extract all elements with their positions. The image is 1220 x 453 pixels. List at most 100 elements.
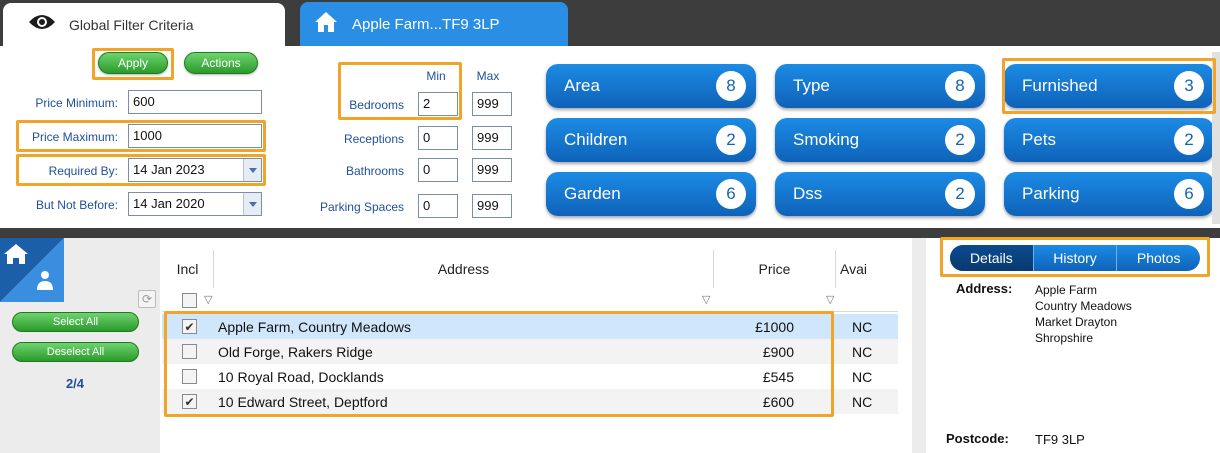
checkbox[interactable]: ✔ [182, 319, 197, 334]
divider [0, 228, 1220, 238]
address-line: Shropshire [1035, 331, 1094, 345]
criteria-label: Pets [1022, 130, 1057, 149]
criteria-area-button[interactable]: Area 8 [546, 64, 756, 108]
avail-cell: NC [852, 393, 873, 410]
deselect-all-button[interactable]: Deselect All [12, 342, 139, 362]
max-header: Max [476, 69, 500, 83]
apply-button[interactable]: Apply [98, 52, 168, 74]
refresh-icon[interactable]: ⟳ [138, 290, 156, 308]
receptions-label: Receptions [343, 132, 404, 146]
column-header-address[interactable]: Address [214, 250, 714, 288]
chevron-down-icon[interactable] [243, 159, 261, 181]
criteria-label: Dss [793, 184, 823, 203]
criteria-count-badge: 8 [716, 71, 746, 101]
price-min-input[interactable]: 600 [128, 90, 262, 114]
criteria-label: Children [564, 130, 628, 149]
criteria-garden-button[interactable]: Garden 6 [546, 172, 756, 216]
not-before-dropdown[interactable]: 14 Jan 2020 [128, 192, 262, 216]
parking-spaces-max-input[interactable]: 999 [472, 194, 512, 218]
criteria-smoking-button[interactable]: Smoking 2 [775, 118, 985, 162]
bathrooms-max-input[interactable]: 999 [472, 158, 512, 182]
avail-cell: NC [852, 368, 873, 385]
checkbox[interactable]: ✔ [182, 394, 197, 409]
price-cell: £1000 [755, 318, 794, 335]
postcode-value: TF9 3LP [1035, 432, 1085, 447]
criteria-count-badge: 2 [945, 179, 975, 209]
criteria-count-badge: 6 [1174, 179, 1204, 209]
price-max-input[interactable]: 1000 [128, 124, 262, 148]
address-cell: 10 Royal Road, Docklands [218, 368, 384, 385]
parking-spaces-min-input[interactable]: 0 [418, 194, 458, 218]
price-cell: £545 [762, 368, 794, 385]
tab-photos[interactable]: Photos [1117, 245, 1200, 271]
tab-history[interactable]: History [1034, 245, 1118, 271]
receptions-max-input[interactable]: 999 [472, 126, 512, 150]
bathrooms-min-input[interactable]: 0 [418, 158, 458, 182]
column-header-price[interactable]: Price [714, 250, 836, 288]
criteria-count-badge: 3 [1174, 71, 1204, 101]
address-cell: Old Forge, Rakers Ridge [218, 343, 373, 360]
address-cell: 10 Edward Street, Deptford [218, 393, 388, 410]
address-cell: Apple Farm, Country Meadows [218, 318, 411, 335]
bedrooms-max-input[interactable]: 999 [472, 92, 512, 116]
table-row[interactable]: ✔ Apple Farm, Country Meadows £1000 NC [162, 314, 898, 339]
actions-button[interactable]: Actions [184, 52, 258, 74]
address-line: Apple Farm [1035, 283, 1098, 297]
receptions-min-input[interactable]: 0 [418, 126, 458, 150]
tab-label: Global Filter Criteria [69, 16, 194, 33]
criteria-label: Furnished [1022, 76, 1098, 95]
filter-icon[interactable]: ▽ [204, 293, 212, 306]
column-header-avail[interactable]: Avai [836, 250, 898, 288]
criteria-label: Area [564, 76, 600, 95]
tab-global-filter[interactable]: Global Filter Criteria [3, 3, 285, 46]
parking-spaces-label: Parking Spaces [319, 200, 404, 214]
tab-details[interactable]: Details [950, 245, 1034, 271]
table-row[interactable]: 10 Royal Road, Docklands £545 NC [162, 364, 898, 389]
property-grid: Incl Address Price Avai ▽ ▽ ▽ ✔ Apple Fa… [162, 250, 898, 453]
eye-icon [27, 13, 57, 36]
criteria-count-badge: 2 [945, 125, 975, 155]
criteria-count-badge: 8 [945, 71, 975, 101]
checkbox[interactable] [182, 293, 197, 308]
filter-icon[interactable]: ▽ [826, 293, 834, 306]
address-line: Country Meadows [1035, 299, 1132, 313]
select-all-button[interactable]: Select All [12, 312, 139, 332]
required-by-dropdown[interactable]: 14 Jan 2023 [128, 158, 262, 182]
criteria-parking-button[interactable]: Parking 6 [1004, 172, 1214, 216]
bathrooms-label: Bathrooms [345, 164, 404, 178]
address-line: Market Drayton [1035, 315, 1118, 329]
home-person-icon[interactable] [0, 238, 64, 302]
address-label: Address: [956, 281, 1013, 296]
not-before-value: 14 Jan 2020 [133, 196, 205, 211]
checkbox[interactable] [182, 344, 197, 359]
selection-count: 2/4 [65, 376, 85, 391]
criteria-count-badge: 6 [716, 179, 746, 209]
criteria-dss-button[interactable]: Dss 2 [775, 172, 985, 216]
chevron-down-icon[interactable] [243, 193, 261, 215]
splitter[interactable] [912, 238, 926, 453]
table-row[interactable]: ✔ 10 Edward Street, Deptford £600 NC [162, 389, 898, 414]
postcode-label: Postcode: [946, 431, 1009, 446]
criteria-type-button[interactable]: Type 8 [775, 64, 985, 108]
criteria-count-badge: 2 [1174, 125, 1204, 155]
avail-cell: NC [852, 318, 873, 335]
avail-cell: NC [852, 343, 873, 360]
table-row[interactable]: Old Forge, Rakers Ridge £900 NC [162, 339, 898, 364]
criteria-pets-button[interactable]: Pets 2 [1004, 118, 1214, 162]
price-min-label: Price Minimum: [35, 96, 118, 110]
required-by-label: Required By: [48, 164, 118, 178]
criteria-children-button[interactable]: Children 2 [546, 118, 756, 162]
criteria-furnished-button[interactable]: Furnished 3 [1004, 64, 1214, 108]
min-header: Min [426, 69, 446, 83]
scrollbar[interactable] [1212, 52, 1220, 224]
checkbox[interactable] [182, 369, 197, 384]
column-header-incl[interactable]: Incl [162, 250, 214, 288]
bedrooms-min-input[interactable]: 2 [418, 92, 458, 116]
details-tabs: Details History Photos [950, 245, 1200, 271]
required-by-value: 14 Jan 2023 [133, 162, 205, 177]
not-before-label: But Not Before: [35, 198, 118, 212]
criteria-label: Garden [564, 184, 621, 203]
criteria-count-badge: 2 [716, 125, 746, 155]
tab-property[interactable]: Apple Farm...TF9 3LP [300, 2, 568, 46]
filter-icon[interactable]: ▽ [702, 293, 710, 306]
